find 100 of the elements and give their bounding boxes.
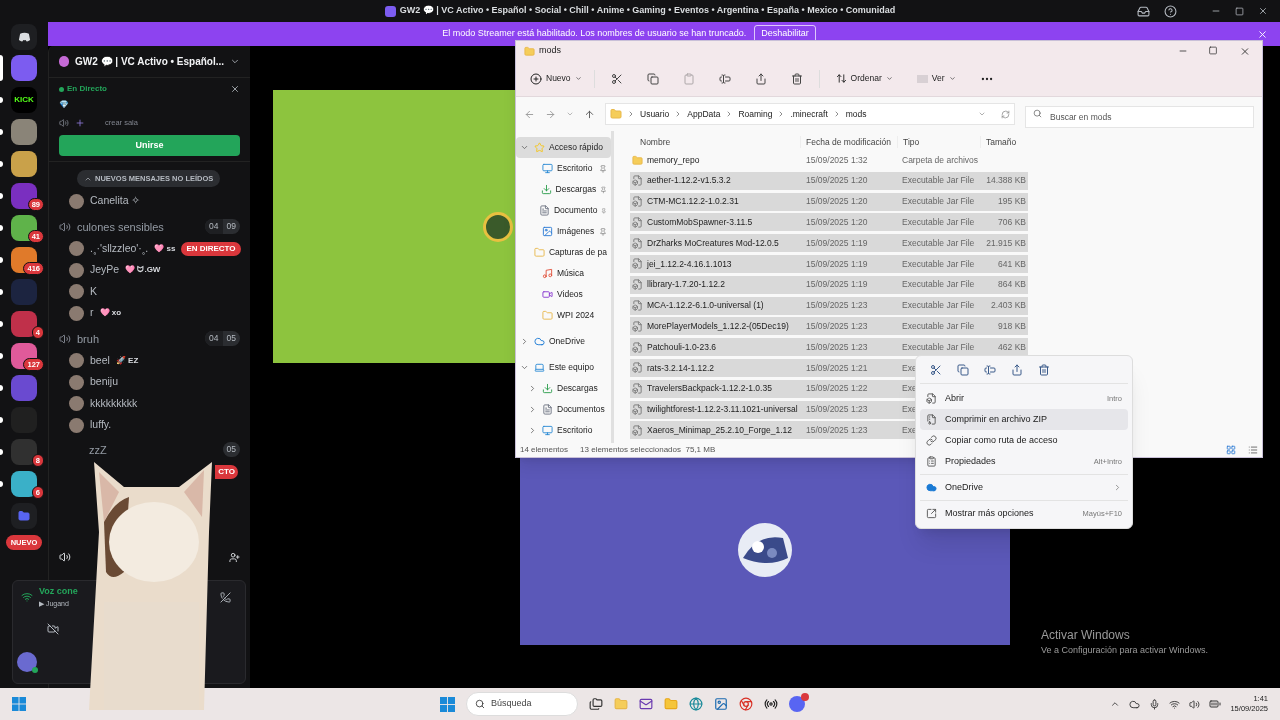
file-row[interactable]: CTM-MC1.12.2-1.0.2.31 15/09/2025 1:20 Executable Jar File 195 KB [630,192,1028,211]
camera-off-icon[interactable] [47,623,59,635]
file-row[interactable]: MorePlayerModels_1.12.2-(05Dec19) 15/09/2025 1:23 Executable Jar File 918 KB [630,317,1028,336]
breadcrumb[interactable]: .minecraft [790,107,828,121]
browser-icon[interactable] [689,697,703,711]
rename-icon[interactable] [718,72,731,85]
file-row[interactable]: aether-1.12.2-v1.5.3.2 15/09/2025 1:20 Executable Jar File 14.388 KB [630,171,1028,190]
list-view-icon[interactable] [1248,445,1258,455]
menu-item[interactable]: Comprimir en archivo ZIP [920,409,1128,430]
add-user-icon[interactable] [229,551,240,563]
copy-icon[interactable] [957,363,969,376]
file-row[interactable]: Patchouli-1.0-23.6 15/09/2025 1:23 Executable Jar File 462 KB [630,338,1028,357]
nav-item[interactable]: OneDrive [516,331,611,352]
nav-item[interactable]: Videos [516,284,611,305]
sort-button[interactable]: Ordenar [827,72,901,85]
column-header[interactable]: Fecha de modificación [800,135,897,149]
gallery-icon[interactable] [714,697,728,711]
close-icon[interactable] [1258,6,1268,16]
details-view-icon[interactable] [1226,445,1236,455]
start-icon[interactable] [12,697,26,711]
member-name[interactable]: Canelita ✧ [90,193,141,209]
breadcrumb[interactable]: AppData [687,107,721,121]
member-name[interactable]: .˳·'sllzzleo'·˳. [90,240,149,257]
server-icon[interactable] [11,471,37,497]
column-header[interactable]: Nombre [630,135,800,149]
member-name[interactable]: beel [90,352,110,369]
start-icon[interactable] [440,696,455,712]
cloud-icon[interactable] [1129,698,1141,710]
channel-name[interactable]: zzZ [89,441,107,458]
nav-item[interactable]: Documento [516,200,611,221]
forward-icon[interactable] [545,108,556,120]
up-icon[interactable] [584,108,595,120]
close-icon[interactable] [1257,28,1268,40]
nav-item[interactable]: Descargas [516,378,611,399]
wifi-icon[interactable] [1169,698,1181,710]
nav-item[interactable]: Escritorio [516,158,611,179]
view-button[interactable]: Ver [908,72,964,85]
column-header[interactable]: Tamaño [980,135,1030,149]
disconnect-icon[interactable] [220,591,231,603]
discord-icon[interactable] [789,696,805,712]
breadcrumb[interactable]: mods [845,107,867,121]
app-icon[interactable] [764,697,778,711]
chevron-right-icon[interactable] [528,405,537,414]
maximize-icon[interactable] [1235,6,1244,16]
task-view-icon[interactable] [589,697,603,711]
search-field[interactable]: Buscar en mods [1025,106,1254,128]
file-row[interactable]: jei_1.12.2-4.16.1.1013 15/09/2025 1:19 Executable Jar File 641 KB [630,255,1028,273]
nav-item[interactable]: Capturas de pa [516,242,611,263]
channel-name[interactable]: bruh [77,330,100,347]
rename-icon[interactable] [984,363,996,376]
nav-item[interactable]: Música [516,263,611,284]
chevron-right-icon[interactable] [528,426,537,435]
plus-icon[interactable] [75,118,85,128]
chevron-down-icon[interactable] [520,363,529,372]
chevron-right-icon[interactable] [528,384,537,393]
chevron-down-icon[interactable] [520,143,529,152]
mic-icon[interactable] [1149,698,1161,710]
delete-icon[interactable] [790,72,803,85]
mail-icon[interactable] [639,697,653,711]
discord-logo-icon[interactable] [11,24,37,50]
new-button[interactable]: Nuevo [526,72,586,85]
breadcrumb[interactable]: Roaming [738,107,773,121]
server-icon[interactable]: KICK [11,87,37,113]
file-row[interactable]: CustomMobSpawner-3.11.5 15/09/2025 1:20 Executable Jar File 706 KB [630,213,1028,232]
browser-icon[interactable] [739,697,753,711]
speaker-icon[interactable] [59,551,71,563]
chevron-right-icon[interactable] [520,337,529,346]
nav-item[interactable]: Este equipo [516,357,611,378]
breadcrumb[interactable]: Usuario [640,107,670,121]
server-folder[interactable] [11,503,37,529]
server-icon[interactable] [11,151,37,177]
server-item[interactable]: KICK [0,84,48,116]
battery-icon[interactable] [1209,698,1222,710]
member-name[interactable]: beniju [90,374,119,390]
close-icon[interactable] [230,84,240,94]
address-bar[interactable]: Usuario AppData Roaming .minecraft mods [605,103,1015,125]
member-name[interactable]: K [90,283,97,300]
server-name[interactable]: GW2 💬 | VC Activo • Español... [74,54,225,69]
help-icon[interactable] [1164,4,1177,18]
file-row[interactable]: llibrary-1.7.20-1.12.2 15/09/2025 1:19 Executable Jar File 864 KB [630,275,1028,294]
chevron-up-icon[interactable] [1110,699,1121,709]
member-name[interactable]: r [90,305,94,321]
file-row[interactable]: MCA-1.12.2-6.1.0-universal (1) 15/09/2025 1:23 Executable Jar File 2.403 KB [630,296,1028,315]
menu-item[interactable]: OneDrive [920,477,1128,498]
share-icon[interactable] [1011,363,1023,376]
member-name[interactable]: luffy. [90,417,112,433]
taskbar-search[interactable]: Búsqueda [466,692,578,716]
nav-item[interactable]: Documentos [516,399,611,420]
file-row[interactable]: memory_repo 15/09/2025 1:32 Carpeta de archivos [630,151,1028,169]
nav-item[interactable]: Acceso rápido [516,137,611,158]
member-name[interactable]: kkkkkkkkk [90,395,138,412]
inbox-icon[interactable] [1137,4,1150,18]
share-icon[interactable] [754,72,767,85]
back-icon[interactable] [524,108,535,120]
copy-icon[interactable] [646,72,659,85]
nav-item[interactable]: WPI 2024 [516,305,611,326]
volume-icon[interactable] [1189,698,1201,710]
nav-item[interactable]: Escritorio [516,420,611,441]
cut-icon[interactable] [610,72,623,85]
member-name[interactable]: JeyPe [90,262,120,278]
